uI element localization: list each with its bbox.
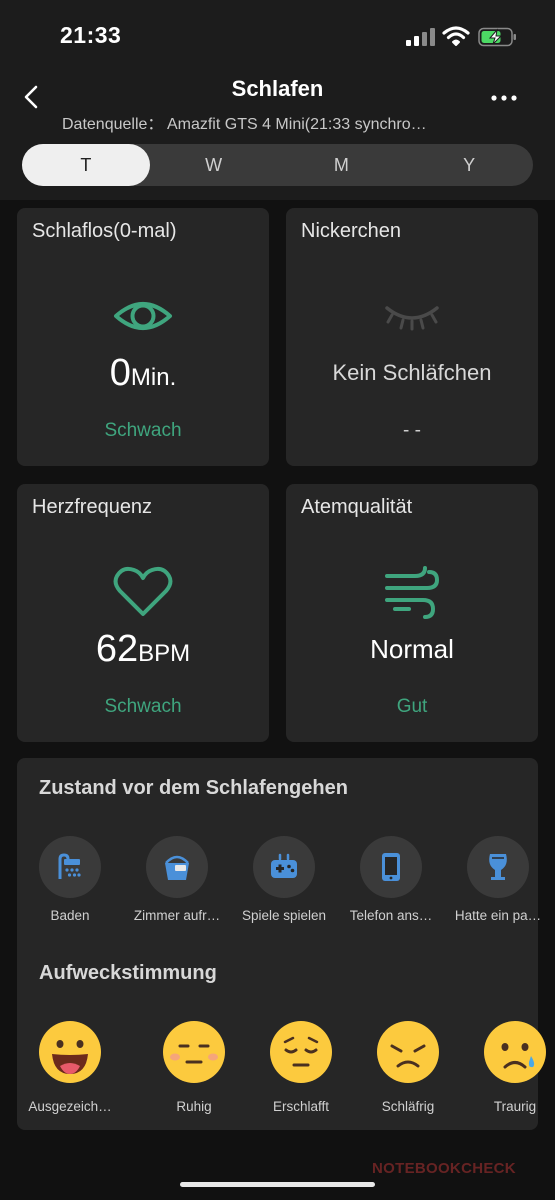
mood-calm[interactable]: Ruhig xyxy=(139,1020,249,1114)
awake-unit: Min. xyxy=(130,364,177,391)
option-label: Ruhig xyxy=(176,1099,212,1114)
crying-face-icon xyxy=(484,1021,546,1083)
heart-rate-number: 62 xyxy=(95,628,139,670)
shower-icon xyxy=(39,836,101,898)
option-label: Baden xyxy=(50,908,90,923)
breathing-value: Normal xyxy=(370,634,454,664)
breathing-quality-card[interactable]: Atemqualität Normal Gut xyxy=(286,484,538,742)
awake-card[interactable]: Schlaflos(0-mal) 0Min. Schwach xyxy=(17,208,269,466)
before-sleep-tidy-room[interactable]: Zimmer aufr… xyxy=(122,836,232,923)
before-sleep-games[interactable]: Spiele spielen xyxy=(229,836,339,923)
tab-year[interactable]: Y xyxy=(405,144,533,186)
before-sleep-bath[interactable]: Baden xyxy=(15,836,125,923)
card-title: Herzfrequenz xyxy=(32,496,153,518)
heart-rate-unit: BPM xyxy=(138,640,191,667)
card-title: Nickerchen xyxy=(301,220,402,242)
battery-charging-icon xyxy=(478,27,516,47)
before-sleep-phone[interactable]: Telefon ans… xyxy=(336,836,446,923)
tab-week[interactable]: W xyxy=(150,144,278,186)
option-label: Erschlafft xyxy=(272,1099,330,1114)
heart-rate-value: 62BPM xyxy=(17,628,269,671)
card-title: Atemqualität xyxy=(301,496,413,518)
option-label: Ausgezeich… xyxy=(28,1099,112,1114)
option-label: Traurig xyxy=(493,1099,537,1114)
tab-day[interactable]: T xyxy=(22,144,150,186)
cellular-signal-icon xyxy=(406,28,435,46)
breathing-status: Gut xyxy=(396,696,428,717)
awake-status: Schwach xyxy=(104,420,182,441)
before-sleep-title: Zustand vor dem Schlafengehen xyxy=(39,777,348,799)
mood-excellent[interactable]: Ausgezeich… xyxy=(15,1020,125,1114)
status-bar: 21:33 xyxy=(0,0,555,70)
awake-value: 0Min. xyxy=(17,352,269,395)
tab-month[interactable]: M xyxy=(278,144,406,186)
sleepy-face-icon xyxy=(377,1021,439,1083)
page-title: Schlafen xyxy=(231,76,324,101)
mood-sleepy[interactable]: Schläfrig xyxy=(353,1020,463,1114)
mood-sad[interactable]: Traurig xyxy=(460,1020,555,1114)
closed-eye-icon xyxy=(385,306,439,331)
home-indicator[interactable] xyxy=(180,1182,375,1187)
wine-glass-icon xyxy=(467,836,529,898)
wind-icon xyxy=(385,566,440,619)
nap-status: - - xyxy=(403,420,421,441)
option-label: Hatte ein pa… xyxy=(454,908,542,923)
card-title: Schlaflos(0-mal) xyxy=(32,220,177,242)
option-label: Spiele spielen xyxy=(241,908,327,923)
heart-rate-card[interactable]: Herzfrequenz 62BPM Schwach xyxy=(17,484,269,742)
heart-rate-status: Schwach xyxy=(104,696,182,717)
nap-card[interactable]: Nickerchen Kein Schläfchen - - xyxy=(286,208,538,466)
awake-minutes: 0 xyxy=(109,352,131,394)
wifi-icon xyxy=(442,26,470,46)
tired-face-icon xyxy=(270,1021,332,1083)
period-selector: T W M Y xyxy=(22,144,533,186)
gamepad-icon xyxy=(253,836,315,898)
before-sleep-drinks[interactable]: Hatte ein pa… xyxy=(443,836,553,923)
nap-value: Kein Schläfchen xyxy=(332,360,492,385)
bucket-icon xyxy=(146,836,208,898)
laughing-face-icon xyxy=(39,1021,101,1083)
option-label: Zimmer aufr… xyxy=(133,908,221,923)
data-source-label: Datenquelle： Amazfit GTS 4 Mini(21:33 sy… xyxy=(62,116,427,133)
sleep-context-panel: Zustand vor dem Schlafengehen Baden Zimm… xyxy=(15,758,546,1130)
neutral-face-icon xyxy=(163,1021,225,1083)
option-label: Schläfrig xyxy=(381,1099,435,1114)
more-options-icon[interactable] xyxy=(488,86,520,110)
watermark-logo: NOTEBOOKCHECK xyxy=(372,1160,516,1177)
status-time: 21:33 xyxy=(60,22,122,48)
eye-icon xyxy=(114,302,172,330)
heart-icon xyxy=(113,566,173,616)
phone-icon xyxy=(360,836,422,898)
wake-mood-title: Aufweckstimmung xyxy=(39,962,217,984)
option-label: Telefon ans… xyxy=(349,908,433,923)
mood-exhausted[interactable]: Erschlafft xyxy=(246,1020,356,1114)
